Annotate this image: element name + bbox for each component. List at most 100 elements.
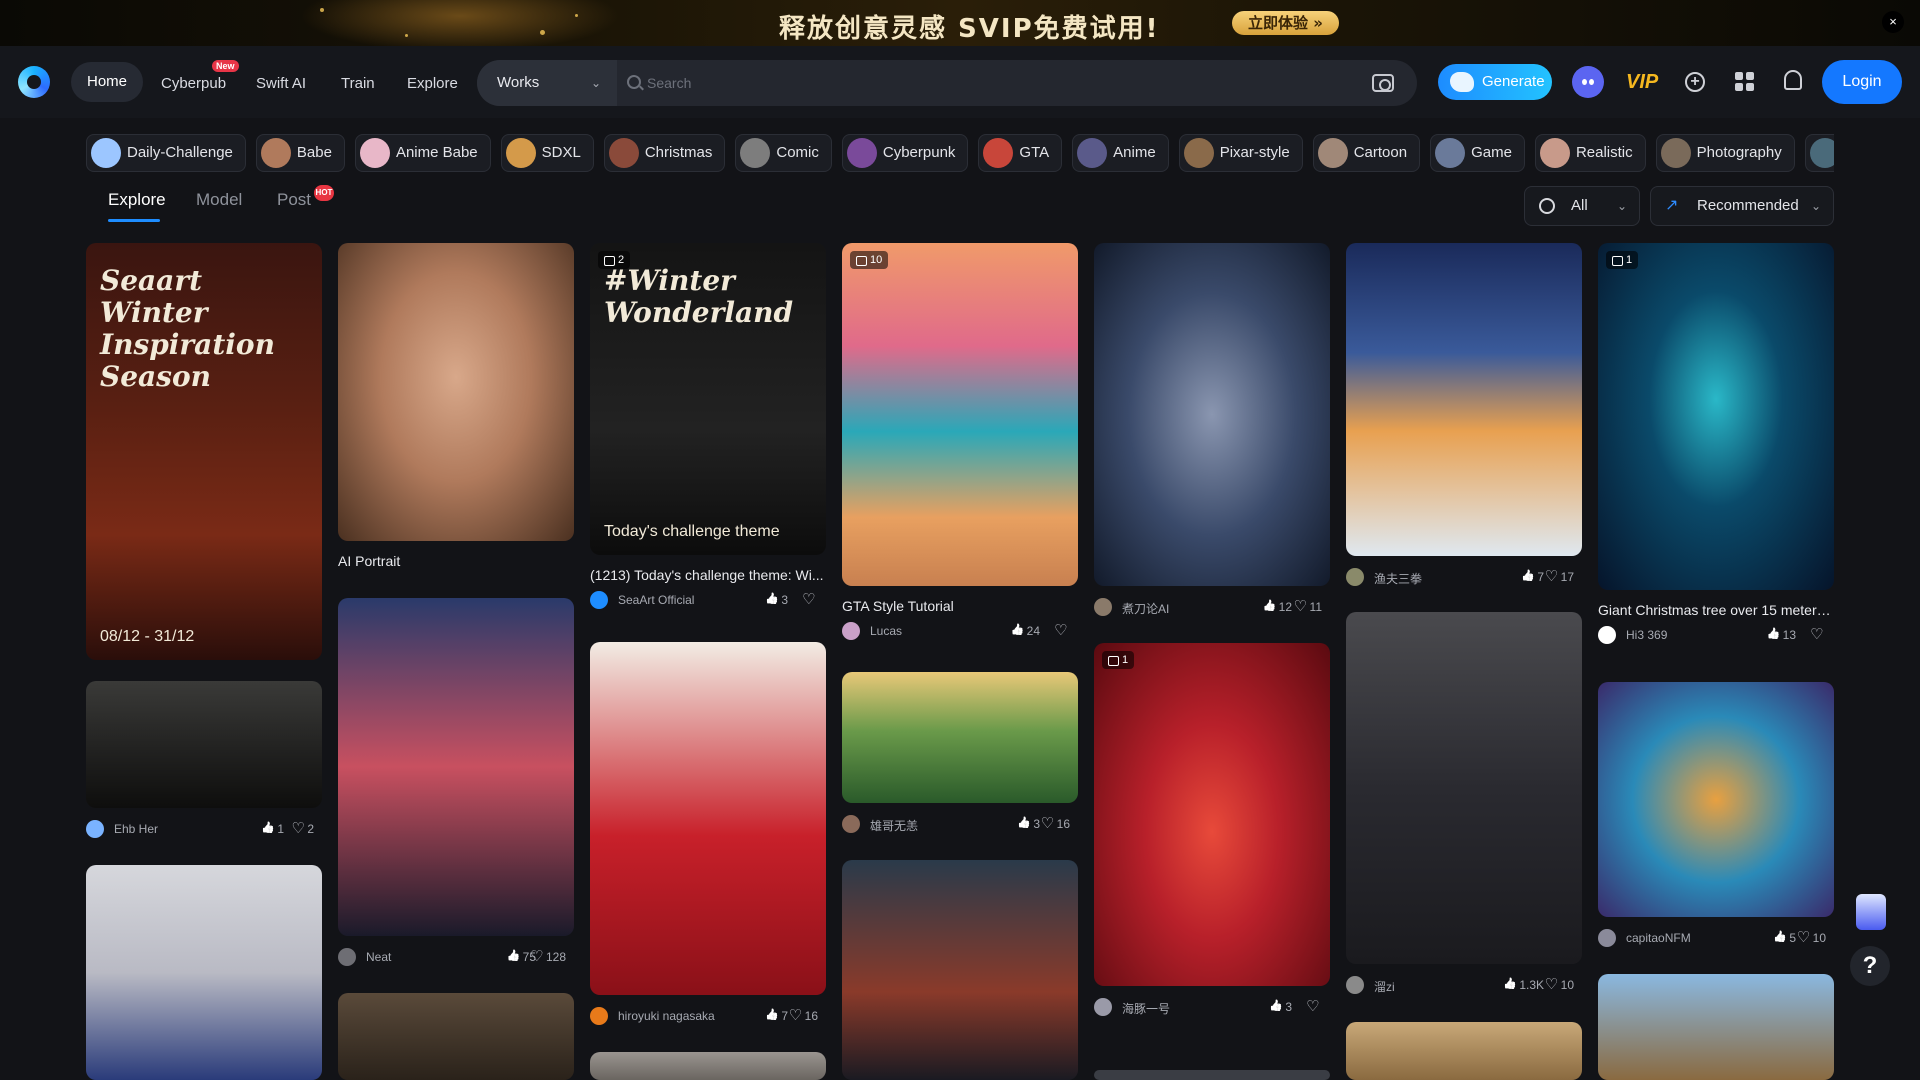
vip-icon[interactable]: VIP (1626, 68, 1658, 96)
work-title[interactable]: GTA Style Tutorial (842, 598, 1078, 614)
help-button[interactable]: ? (1850, 946, 1890, 986)
tab-post[interactable]: Post (277, 190, 311, 210)
nav-train[interactable]: Train (341, 66, 375, 102)
work-image[interactable] (1094, 1070, 1330, 1080)
like-count[interactable]: 13 (1767, 628, 1796, 642)
nav-swift-ai[interactable]: Swift AI (256, 66, 306, 102)
bell-icon[interactable] (1784, 70, 1802, 90)
time-filter-select[interactable]: All ⌄ (1524, 186, 1640, 226)
username[interactable]: 渔夫三拳 (1374, 570, 1422, 587)
nav-explore[interactable]: Explore (407, 66, 458, 102)
promo-banner[interactable]: 释放创意灵感 SVIP免费试用! 立即体验 » × (0, 0, 1920, 46)
favorite-heart-icon[interactable]: 10 (1545, 975, 1574, 993)
username[interactable]: capitaoNFM (1626, 931, 1691, 945)
work-image[interactable]: 10 (842, 243, 1078, 586)
add-icon[interactable]: + (1685, 72, 1705, 92)
username[interactable]: 溜zi (1374, 978, 1395, 995)
like-count[interactable]: 3 (1017, 817, 1040, 831)
category-chip[interactable]: Babe (255, 134, 345, 172)
work-image[interactable]: 1 (1094, 643, 1330, 986)
work-image[interactable] (338, 993, 574, 1080)
like-count[interactable]: 24 (1011, 624, 1040, 638)
avatar[interactable] (590, 591, 608, 609)
username[interactable]: 雄哥无恙 (870, 817, 918, 834)
discord-icon[interactable] (1572, 66, 1604, 98)
work-image[interactable] (86, 865, 322, 1080)
promo-close-icon[interactable]: × (1882, 11, 1904, 33)
avatar[interactable] (842, 815, 860, 833)
work-image[interactable] (842, 860, 1078, 1080)
username[interactable]: 煮刀论AI (1122, 600, 1169, 617)
category-chip[interactable]: Game (1430, 134, 1525, 172)
username[interactable]: 海豚一号 (1122, 1000, 1170, 1017)
work-image[interactable] (1094, 243, 1330, 586)
category-chip[interactable]: Comic (735, 134, 832, 172)
like-count[interactable]: 1.3K (1503, 978, 1544, 992)
like-count[interactable]: 7 (1521, 570, 1544, 584)
category-chip[interactable]: Cartoon (1312, 134, 1421, 172)
category-chip[interactable]: GTA (978, 134, 1063, 172)
search-input[interactable] (647, 68, 1337, 98)
work-title[interactable]: AI Portrait (338, 553, 574, 569)
avatar[interactable] (1094, 598, 1112, 616)
username[interactable]: SeaArt Official (618, 593, 694, 607)
like-count[interactable]: 7 (765, 1009, 788, 1023)
sort-filter-select[interactable]: ↗ Recommended ⌄ (1650, 186, 1834, 226)
favorite-heart-icon[interactable]: 128 (530, 947, 566, 965)
tab-model[interactable]: Model (196, 190, 242, 210)
avatar[interactable] (842, 622, 860, 640)
avatar[interactable] (1598, 626, 1616, 644)
work-image[interactable]: 1 (1598, 243, 1834, 590)
username[interactable]: Neat (366, 950, 391, 964)
work-image[interactable] (1346, 243, 1582, 556)
promo-cta-button[interactable]: 立即体验 » (1232, 11, 1339, 35)
avatar[interactable] (590, 1007, 608, 1025)
apps-grid-icon[interactable] (1735, 72, 1754, 91)
category-chip[interactable]: Anime (1072, 134, 1169, 172)
category-chip[interactable]: Realistic (1534, 134, 1646, 172)
favorite-heart-icon[interactable]: 16 (789, 1006, 818, 1024)
category-chip[interactable]: Pixar-style (1178, 134, 1303, 172)
generate-button[interactable]: Generate (1438, 64, 1552, 100)
work-image[interactable] (86, 681, 322, 808)
favorite-heart-icon[interactable]: 11 (1294, 597, 1322, 615)
category-chip[interactable]: Daily-Challenge (86, 134, 246, 172)
favorite-heart-icon[interactable]: 16 (1041, 814, 1070, 832)
category-chip[interactable]: Photography (1655, 134, 1795, 172)
avatar[interactable] (86, 820, 104, 838)
avatar[interactable] (1094, 998, 1112, 1016)
favorite-heart-icon[interactable]: 17 (1545, 567, 1574, 585)
like-count[interactable]: 12 (1263, 600, 1292, 614)
work-image[interactable] (1598, 682, 1834, 917)
like-count[interactable]: 3 (1269, 1000, 1292, 1014)
work-title[interactable]: (1213) Today's challenge theme: Wi... (590, 567, 826, 583)
work-title[interactable]: Giant Christmas tree over 15 meters... (1598, 602, 1834, 618)
like-count[interactable]: 3 (765, 593, 788, 607)
work-image[interactable] (338, 243, 574, 541)
category-chip[interactable]: Christmas (603, 134, 726, 172)
username[interactable]: Ehb Her (114, 822, 158, 836)
category-chip[interactable]: L (1804, 134, 1834, 172)
work-image[interactable] (590, 642, 826, 995)
search-type-select[interactable]: Works ⌄ (477, 60, 617, 106)
username[interactable]: Hi3 369 (1626, 628, 1667, 642)
login-button[interactable]: Login (1822, 60, 1902, 104)
nav-home[interactable]: Home (71, 62, 143, 102)
category-chip[interactable]: SDXL (500, 134, 594, 172)
avatar[interactable] (1598, 929, 1616, 947)
avatar[interactable] (1346, 976, 1364, 994)
work-image[interactable] (338, 598, 574, 936)
work-image[interactable]: #Winter Wonderland Today's challenge them… (590, 243, 826, 555)
favorite-heart-icon[interactable]: 2 (291, 819, 314, 837)
favorite-heart-icon[interactable]: 10 (1797, 928, 1826, 946)
username[interactable]: hiroyuki nagasaka (618, 1009, 715, 1023)
category-chip[interactable]: Cyberpunk (841, 134, 969, 172)
username[interactable]: Lucas (870, 624, 902, 638)
category-chip[interactable]: Anime Babe (354, 134, 491, 172)
seaart-logo-icon[interactable] (18, 66, 50, 98)
avatar[interactable] (1346, 568, 1364, 586)
work-image[interactable] (1346, 1022, 1582, 1080)
tab-explore[interactable]: Explore (108, 190, 166, 210)
work-image[interactable] (842, 672, 1078, 803)
work-image[interactable]: Seaart Winter Inspiration Season 08/12 - … (86, 243, 322, 660)
